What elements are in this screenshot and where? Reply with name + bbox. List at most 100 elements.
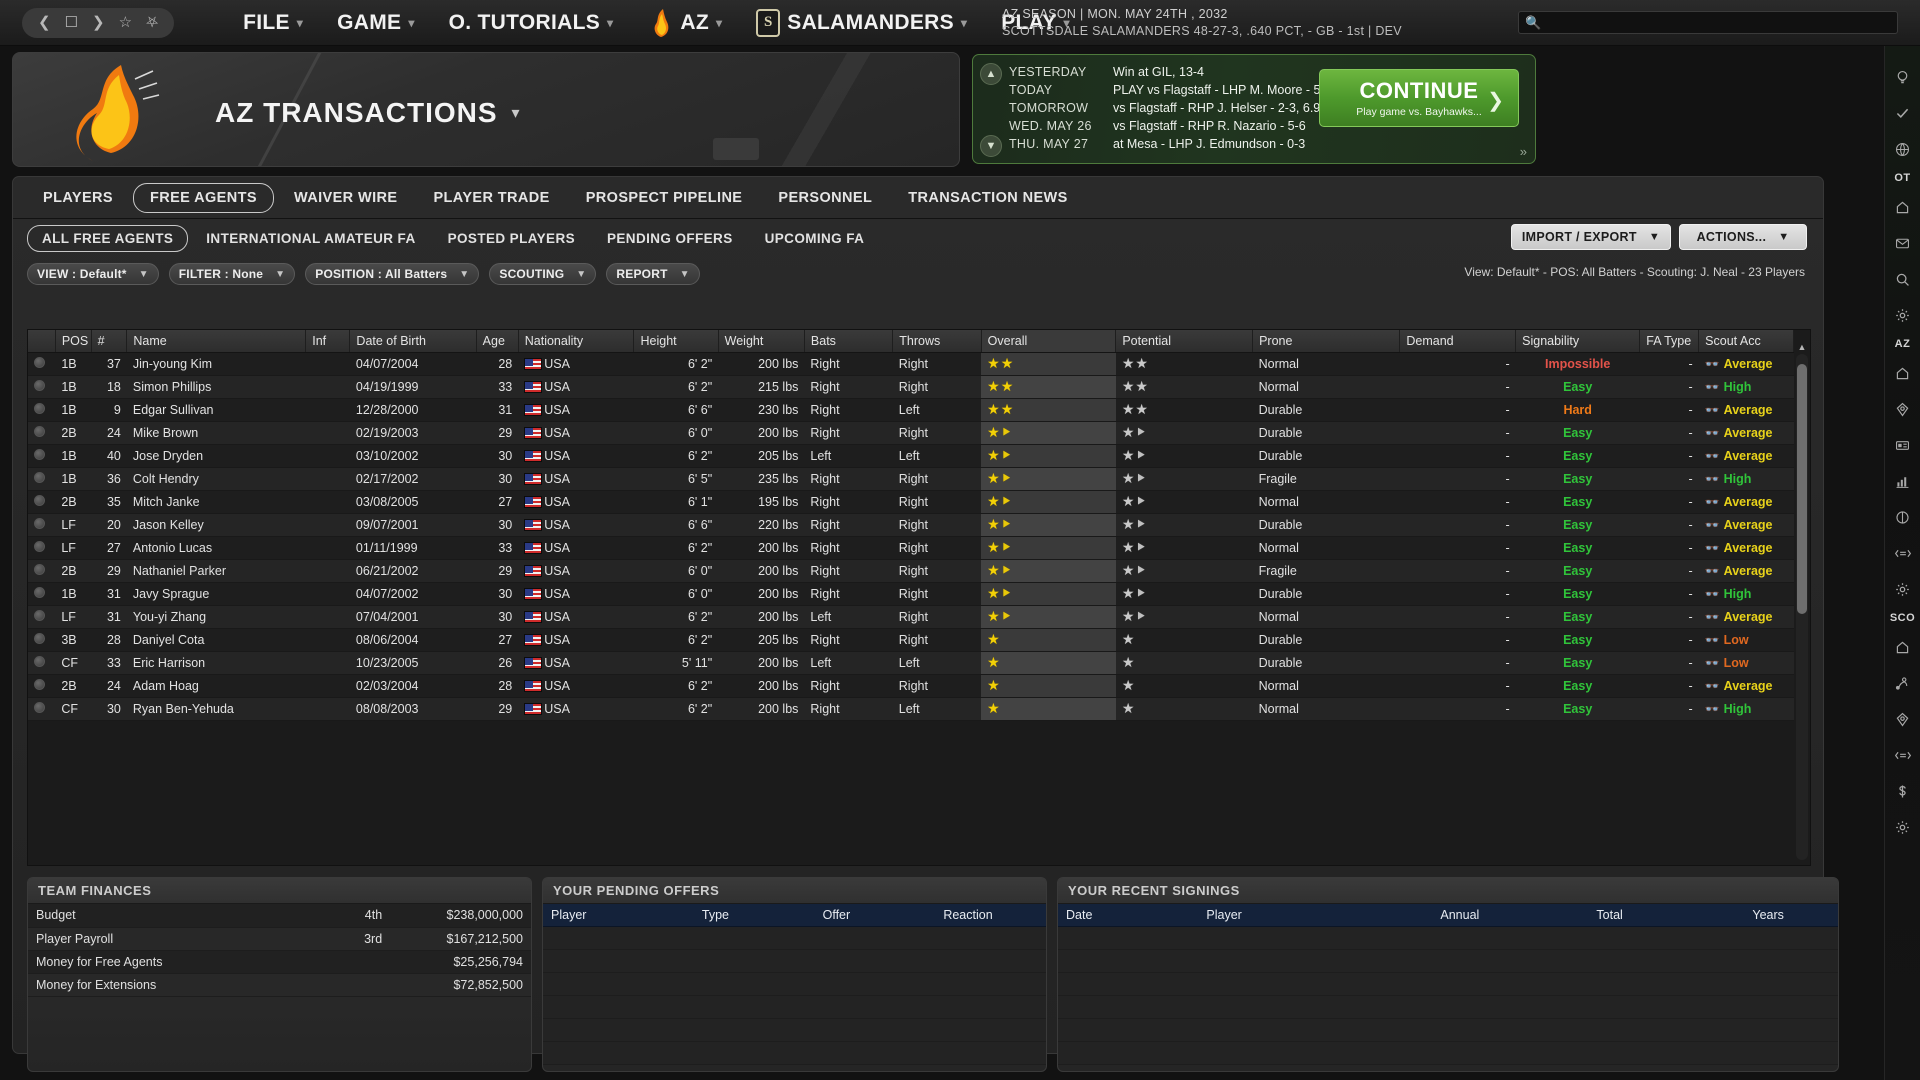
table-row[interactable]: 1B 40 Jose Dryden 03/10/2002 30 USA 6' 2" 205 l…: [28, 444, 1794, 468]
cell-name[interactable]: Jason Kelley: [126, 513, 306, 537]
menu-az[interactable]: AZ ▾: [630, 0, 739, 46]
cell-name[interactable]: Jin-young Kim: [126, 352, 306, 376]
row-select-radio[interactable]: [28, 674, 56, 698]
select-all-header[interactable]: [28, 330, 56, 353]
compare-icon[interactable]: [1890, 540, 1916, 566]
col-throws[interactable]: Throws: [892, 330, 982, 353]
cell-name[interactable]: Javy Sprague: [126, 582, 306, 606]
radio-icon[interactable]: [34, 655, 45, 667]
col-scout-acc[interactable]: Scout Acc: [1698, 330, 1794, 353]
forward-arrow-icon[interactable]: ❯: [92, 15, 105, 30]
ticker-down-icon[interactable]: ▼: [980, 135, 1002, 157]
table-row[interactable]: 2B 24 Adam Hoag 02/03/2004 28 USA 6' 2" 200 lbs…: [28, 674, 1794, 698]
subtab-international-amateur-fa[interactable]: INTERNATIONAL AMATEUR FA: [192, 226, 429, 251]
home-icon[interactable]: [1890, 194, 1916, 220]
gear-icon[interactable]: [1890, 814, 1916, 840]
cell-name[interactable]: Jose Dryden: [126, 444, 306, 468]
row-select-radio[interactable]: [28, 651, 56, 675]
col-prone[interactable]: Prone: [1252, 330, 1401, 353]
row-select-radio[interactable]: [28, 398, 56, 422]
radio-icon[interactable]: [34, 632, 45, 644]
cell-name[interactable]: Colt Hendry: [126, 467, 306, 491]
col-offer-type[interactable]: Type: [693, 904, 815, 927]
radio-icon[interactable]: [34, 471, 45, 483]
col-signing-annual[interactable]: Annual: [1432, 904, 1589, 927]
radio-icon[interactable]: [34, 402, 45, 414]
mail-icon[interactable]: [1890, 230, 1916, 256]
col-fa-type[interactable]: FA Type: [1639, 330, 1700, 353]
gear-icon[interactable]: [1890, 302, 1916, 328]
row-select-radio[interactable]: [28, 352, 56, 376]
report-dropdown[interactable]: REPORT ▼: [606, 263, 700, 285]
col-demand[interactable]: Demand: [1399, 330, 1517, 353]
cell-name[interactable]: Mitch Janke: [126, 490, 306, 514]
table-row[interactable]: 2B 29 Nathaniel Parker 06/21/2002 29 USA 6' 0"…: [28, 559, 1794, 583]
row-select-radio[interactable]: [28, 536, 56, 560]
col-weight[interactable]: Weight: [718, 330, 805, 353]
row-select-radio[interactable]: [28, 605, 56, 629]
pitcher-icon[interactable]: [1890, 670, 1916, 696]
table-row[interactable]: 2B 35 Mitch Janke 03/08/2005 27 USA 6' 1" 195 l…: [28, 490, 1794, 514]
table-row[interactable]: CF 30 Ryan Ben-Yehuda 08/08/2003 29 USA 6' 2" 2…: [28, 697, 1794, 721]
table-scrollbar[interactable]: ▲ ▼: [1796, 342, 1808, 865]
radio-icon[interactable]: [34, 448, 45, 460]
cell-name[interactable]: You-yi Zhang: [126, 605, 306, 629]
col-signing-player[interactable]: Player: [1198, 904, 1433, 927]
table-row[interactable]: CF 33 Eric Harrison 10/23/2005 26 USA 5' 11" 20…: [28, 651, 1794, 675]
browser-nav-pill[interactable]: ❮ ☐ ❯ ☆ ⛧: [22, 7, 175, 38]
row-select-radio[interactable]: [28, 559, 56, 583]
pin-icon[interactable]: [1890, 706, 1916, 732]
continue-button[interactable]: CONTINUE Play game vs. Bayhawks... ❯: [1319, 69, 1519, 127]
cell-name[interactable]: Nathaniel Parker: [126, 559, 306, 583]
position-dropdown[interactable]: POSITION : All Batters ▼: [305, 263, 480, 285]
cell-name[interactable]: Eric Harrison: [126, 651, 306, 675]
star-icon[interactable]: ☆: [119, 15, 132, 30]
col-signability[interactable]: Signability: [1515, 330, 1641, 353]
radio-icon[interactable]: [34, 379, 45, 391]
home-icon[interactable]: [1890, 360, 1916, 386]
row-select-radio[interactable]: [28, 375, 56, 399]
cell-name[interactable]: Adam Hoag: [126, 674, 306, 698]
tab-player-trade[interactable]: PLAYER TRADE: [417, 184, 565, 212]
search-icon[interactable]: [1890, 266, 1916, 292]
subtab-all-free-agents[interactable]: ALL FREE AGENTS: [27, 224, 189, 252]
cell-name[interactable]: Edgar Sullivan: [126, 398, 306, 422]
radio-icon[interactable]: [34, 540, 45, 552]
col-dob[interactable]: Date of Birth: [349, 330, 477, 353]
home-icon[interactable]: [1890, 634, 1916, 660]
col-pos[interactable]: POS: [55, 330, 92, 353]
cell-name[interactable]: Daniyel Cota: [126, 628, 306, 652]
tab-free-agents[interactable]: FREE AGENTS: [132, 182, 274, 213]
menu-tutorials[interactable]: O. TUTORIALS ▾: [432, 0, 631, 46]
col-signing-years[interactable]: Years: [1744, 904, 1838, 927]
back-arrow-icon[interactable]: ❮: [38, 15, 51, 30]
page-icon[interactable]: ☐: [65, 15, 78, 30]
chart-icon[interactable]: [1890, 468, 1916, 494]
menu-salamanders[interactable]: S SALAMANDERS ▾: [739, 0, 984, 46]
home-icon[interactable]: ⛧: [146, 15, 158, 30]
ticker-up-icon[interactable]: ▲: [980, 63, 1002, 85]
subtab-upcoming-fa[interactable]: UPCOMING FA: [751, 226, 879, 251]
tab-players[interactable]: PLAYERS: [27, 184, 129, 212]
col-bats[interactable]: Bats: [804, 330, 894, 353]
table-row[interactable]: 1B 36 Colt Hendry 02/17/2002 30 USA 6' 5" 235 l…: [28, 467, 1794, 491]
col-number[interactable]: #: [91, 330, 128, 353]
table-row[interactable]: LF 20 Jason Kelley 09/07/2001 30 USA 6' 6" 220 …: [28, 513, 1794, 537]
table-row[interactable]: LF 27 Antonio Lucas 01/11/1999 33 USA 6' 2" 200…: [28, 536, 1794, 560]
col-nationality[interactable]: Nationality: [518, 330, 635, 353]
cell-name[interactable]: Mike Brown: [126, 421, 306, 445]
menu-game[interactable]: GAME ▾: [320, 0, 432, 46]
row-select-radio[interactable]: [28, 490, 56, 514]
radio-icon[interactable]: [34, 425, 45, 437]
col-potential[interactable]: Potential: [1115, 330, 1254, 353]
row-select-radio[interactable]: [28, 582, 56, 606]
col-name[interactable]: Name: [126, 330, 307, 353]
col-offer-amount[interactable]: Offer: [814, 904, 936, 927]
tab-personnel[interactable]: PERSONNEL: [762, 184, 888, 212]
cell-name[interactable]: Simon Phillips: [126, 375, 306, 399]
ticker-expand-icon[interactable]: »: [1520, 144, 1527, 159]
row-select-radio[interactable]: [28, 444, 56, 468]
col-signing-total[interactable]: Total: [1588, 904, 1745, 927]
radio-icon[interactable]: [34, 356, 45, 368]
row-select-radio[interactable]: [28, 513, 56, 537]
